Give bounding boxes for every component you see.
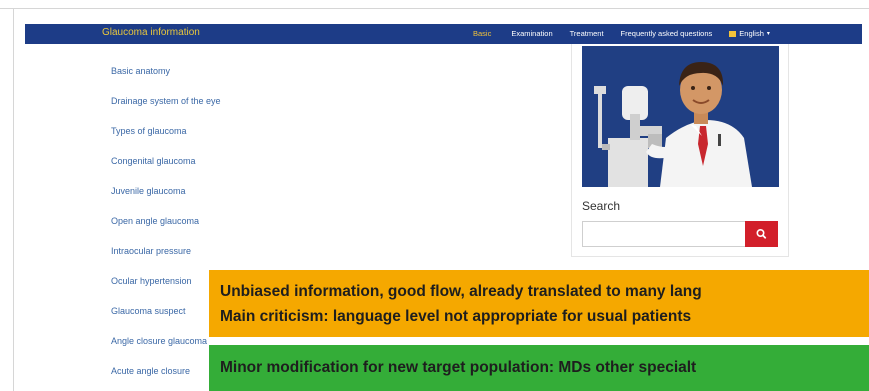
annotation-note-green: Minor modification for new target popula… <box>209 345 869 391</box>
search-button[interactable] <box>745 221 778 247</box>
frame-edge-top <box>0 8 869 9</box>
top-navbar: Glaucoma information Basic Examination T… <box>25 24 862 44</box>
nav-menu: Basic Examination Treatment Frequently a… <box>473 29 770 38</box>
search-icon <box>756 229 767 239</box>
browser-frame: Glaucoma information Basic Examination T… <box>0 0 869 391</box>
topic-link-basic-anatomy[interactable]: Basic anatomy <box>111 63 251 93</box>
nav-item-basic[interactable]: Basic <box>473 29 491 38</box>
topic-link-intraocular-pressure[interactable]: Intraocular pressure <box>111 243 251 273</box>
doctor-with-slit-lamp-icon <box>582 46 779 187</box>
topic-link-types-of-glaucoma[interactable]: Types of glaucoma <box>111 123 251 153</box>
topic-link-open-angle-glaucoma[interactable]: Open angle glaucoma <box>111 213 251 243</box>
search-input[interactable] <box>582 221 746 247</box>
topic-link-juvenile-glaucoma[interactable]: Juvenile glaucoma <box>111 183 251 213</box>
doctor-illustration <box>582 46 779 187</box>
note-line-3: Minor modification for new target popula… <box>220 359 697 376</box>
nav-item-examination[interactable]: Examination <box>511 29 552 38</box>
search-label: Search <box>582 199 621 213</box>
topic-list: Basic anatomy Drainage system of the eye… <box>111 63 251 391</box>
language-dropdown[interactable]: English ▾ <box>729 29 770 38</box>
note-line-2: Main criticism: language level not appro… <box>220 308 692 325</box>
nav-item-treatment[interactable]: Treatment <box>570 29 604 38</box>
annotation-note-orange: Unbiased information, good flow, already… <box>209 270 869 337</box>
caret-down-icon: ▾ <box>766 31 770 37</box>
note-line-1: Unbiased information, good flow, already… <box>220 283 702 300</box>
topic-link-drainage-system[interactable]: Drainage system of the eye <box>111 93 251 123</box>
flag-icon <box>729 30 737 37</box>
language-label: English <box>739 29 764 38</box>
nav-item-faq[interactable]: Frequently asked questions <box>621 29 713 38</box>
site-brand[interactable]: Glaucoma information <box>102 27 200 38</box>
frame-edge-left <box>13 8 14 391</box>
topic-link-congenital-glaucoma[interactable]: Congenital glaucoma <box>111 153 251 183</box>
